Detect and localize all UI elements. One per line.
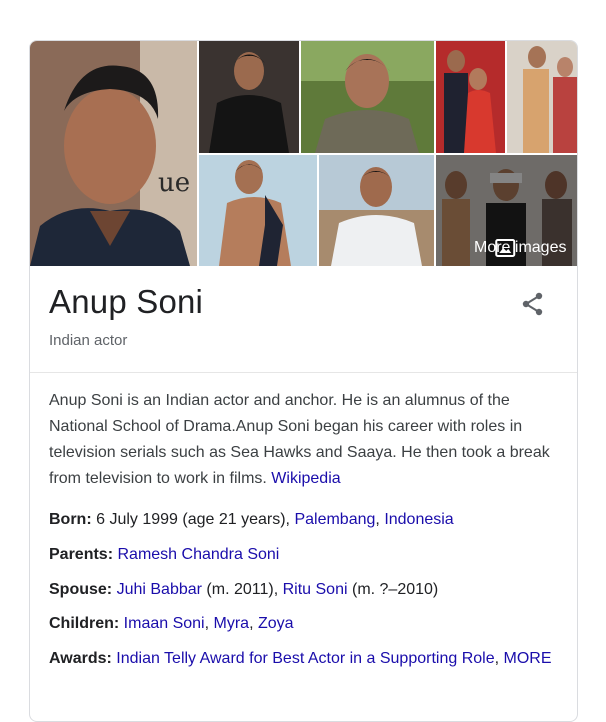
entity-title: Anup Soni [49, 283, 204, 320]
svg-text:ue: ue [158, 168, 190, 198]
photo-white-shirt [319, 155, 434, 266]
description: Anup Soni is an Indian actor and anchor.… [49, 388, 554, 492]
fact-parents: Parents: Ramesh Chandra Soni [49, 542, 559, 568]
spouse-note-2: (m. ?–2010) [351, 581, 439, 598]
photo-couple [436, 41, 505, 153]
photo-shirtless [199, 155, 317, 266]
entity-subtitle: Indian actor [49, 332, 128, 349]
photo-jacket [301, 41, 434, 153]
children-sep-2: , [249, 615, 254, 632]
child-link-2[interactable]: Myra [214, 615, 250, 632]
fact-spouse-label: Spouse: [49, 581, 113, 598]
share-button[interactable] [520, 291, 546, 317]
main-photo[interactable]: ue [30, 41, 197, 266]
fact-born-date: 6 July 1999 (age 21 years), [96, 511, 290, 528]
more-images-tile[interactable]: More images [436, 155, 577, 266]
birthplace-city-link[interactable]: Palembang [294, 511, 375, 528]
photo-group [507, 41, 577, 153]
fact-children: Children: Imaan Soni, Myra, Zoya [49, 611, 559, 637]
more-images-button[interactable]: More images [444, 239, 566, 257]
fact-awards: Awards: Indian Telly Award for Best Acto… [49, 646, 559, 672]
photo-black-shirt [199, 41, 299, 153]
spouse-link-1[interactable]: Juhi Babbar [117, 581, 202, 598]
fact-born-label: Born: [49, 511, 92, 528]
portrait-photo: ue [30, 41, 197, 266]
fact-children-label: Children: [49, 615, 120, 632]
photo-3[interactable] [301, 41, 434, 153]
photo-2[interactable] [199, 41, 299, 153]
spouse-note-1: (m. 2011), [206, 581, 279, 598]
parent-link[interactable]: Ramesh Chandra Soni [117, 546, 279, 563]
fact-awards-label: Awards: [49, 650, 112, 667]
award-link[interactable]: Indian Telly Award for Best Actor in a S… [116, 650, 494, 667]
photo-4[interactable] [436, 41, 505, 153]
fact-spouse: Spouse: Juhi Babbar (m. 2011), Ritu Soni… [49, 577, 559, 603]
photo-6[interactable] [199, 155, 317, 266]
fact-parents-label: Parents: [49, 546, 114, 563]
fact-born-sep: , [375, 511, 380, 528]
awards-more-link[interactable]: MORE [504, 650, 552, 667]
spouse-link-2[interactable]: Ritu Soni [283, 581, 348, 598]
awards-sep: , [494, 650, 500, 667]
photo-5[interactable] [507, 41, 577, 153]
fact-born: Born: 6 July 1999 (age 21 years), Palemb… [49, 507, 559, 533]
children-sep-1: , [204, 615, 210, 632]
birthplace-country-link[interactable]: Indonesia [384, 511, 453, 528]
child-link-1[interactable]: Imaan Soni [124, 615, 205, 632]
share-icon [522, 292, 543, 316]
divider [30, 372, 577, 373]
knowledge-panel: ue More images Anup Soni Indian actor An… [29, 40, 578, 722]
image-icon [444, 239, 516, 257]
child-link-3[interactable]: Zoya [258, 615, 294, 632]
wikipedia-link[interactable]: Wikipedia [271, 470, 340, 487]
photo-7[interactable] [319, 155, 434, 266]
